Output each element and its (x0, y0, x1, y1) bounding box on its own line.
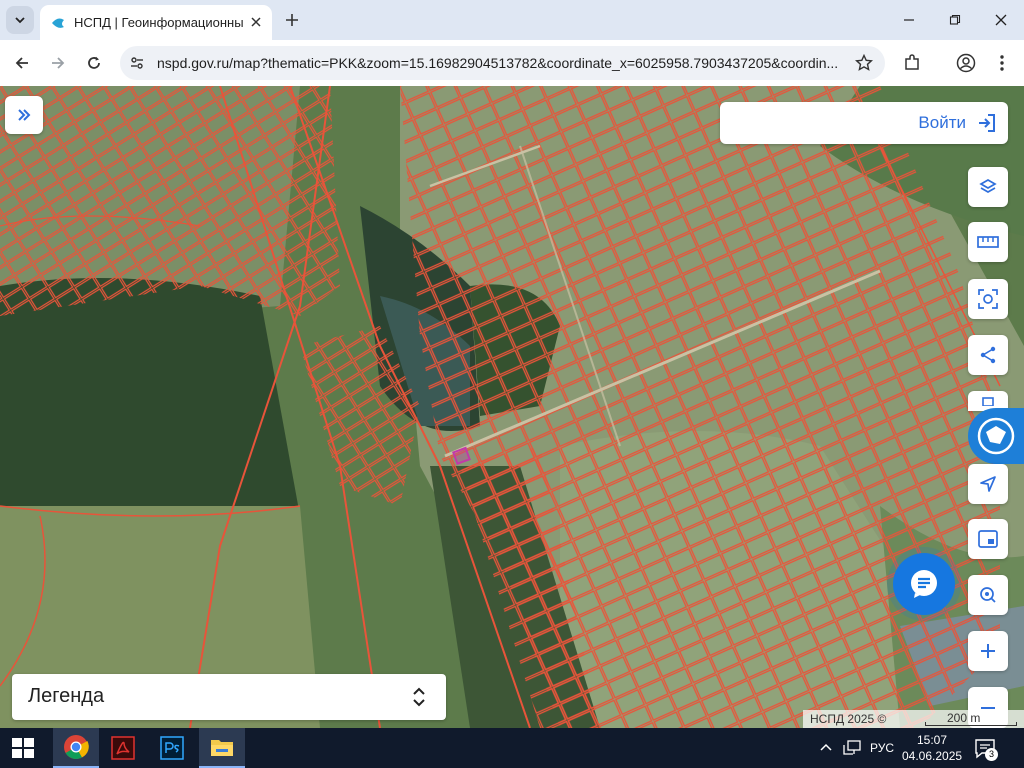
layers-icon (979, 179, 997, 193)
nspd-favicon-icon (52, 18, 64, 28)
legend-label: Легенда (28, 685, 105, 707)
frame-icon (978, 530, 998, 548)
more-vertical-icon (1000, 55, 1004, 71)
area-select-button[interactable] (968, 279, 1008, 319)
chrome-taskbar-button[interactable] (53, 728, 99, 768)
file-explorer-taskbar-button[interactable] (199, 728, 245, 768)
attribution-text: НСПД 2025 © (810, 712, 887, 726)
notification-count-badge: 3 (985, 748, 998, 761)
rosreestr-logo-icon (977, 417, 1015, 455)
chat-icon (911, 570, 937, 598)
back-button[interactable] (10, 51, 34, 75)
browser-tab[interactable]: НСПД | Геоинформационный (40, 5, 272, 40)
ruler-icon (977, 236, 999, 248)
reload-button[interactable] (82, 51, 106, 75)
restore-button[interactable] (945, 10, 965, 30)
location-search-icon (980, 587, 996, 603)
clock[interactable]: 15:07 04.06.2025 (902, 732, 962, 764)
login-label: Войти (918, 113, 966, 132)
location-search-button[interactable] (968, 575, 1008, 615)
expand-collapse-icon[interactable] (412, 685, 426, 709)
tab-search-button[interactable] (6, 6, 34, 34)
login-button[interactable]: Войти (720, 102, 1008, 144)
windows-start-icon[interactable] (12, 738, 34, 758)
chat-button[interactable] (893, 553, 955, 615)
chevron-down-icon (15, 17, 25, 24)
reload-icon (88, 56, 100, 69)
bookmark-star-icon[interactable] (855, 54, 873, 72)
navigate-icon (980, 476, 996, 492)
satellite-map-layer[interactable] (0, 86, 1024, 728)
share-button[interactable] (968, 335, 1008, 375)
layers-button[interactable] (968, 167, 1008, 207)
photoshop-icon (160, 736, 184, 760)
minimize-icon (904, 19, 914, 21)
puzzle-icon (905, 54, 919, 70)
tab-title: НСПД | Геоинформационный (74, 15, 244, 30)
legend-panel[interactable]: Легенда (12, 674, 446, 720)
forward-button[interactable] (46, 51, 70, 75)
chevron-up-icon[interactable] (820, 742, 832, 752)
site-info-icon[interactable] (128, 54, 146, 72)
profile-button[interactable] (954, 51, 978, 75)
photoshop-taskbar-button[interactable] (149, 728, 195, 768)
print-icon (982, 397, 994, 406)
acrobat-taskbar-button[interactable] (100, 728, 146, 768)
browser-toolbar: nspd.gov.ru/map?thematic=PKK&zoom=15.169… (0, 40, 1024, 86)
close-icon (995, 14, 1007, 26)
navigate-button[interactable] (968, 464, 1008, 504)
address-bar[interactable]: nspd.gov.ru/map?thematic=PKK&zoom=15.169… (120, 46, 885, 80)
network-icon[interactable] (843, 740, 861, 756)
expand-panel-button[interactable] (5, 96, 43, 134)
url-text[interactable]: nspd.gov.ru/map?thematic=PKK&zoom=15.169… (157, 55, 842, 71)
close-tab-icon[interactable] (248, 14, 264, 30)
ruler-button[interactable] (968, 222, 1008, 262)
area-select-icon (978, 289, 998, 309)
chrome-icon (64, 735, 89, 760)
clock-time: 15:07 (916, 733, 948, 747)
restore-icon (949, 14, 961, 25)
scale-bar (925, 722, 1017, 726)
plus-icon (286, 14, 298, 26)
tab-bar: НСПД | Геоинформационный (0, 0, 1024, 40)
extensions-button[interactable] (900, 51, 924, 75)
browser-menu-button[interactable] (990, 51, 1014, 75)
arrow-left-icon (15, 57, 28, 69)
language-indicator[interactable]: РУС (870, 728, 894, 768)
map-attribution: НСПД 2025 © 200 m (803, 710, 1024, 728)
map-view[interactable]: Войти Легенда НСПД 2025 © 200 m (0, 86, 1024, 728)
share-icon (980, 346, 996, 364)
clock-date: 04.06.2025 (902, 749, 963, 763)
frame-button[interactable] (968, 519, 1008, 559)
rosreestr-assistant-button[interactable] (968, 408, 1024, 464)
windows-taskbar: РУС 15:07 04.06.2025 3 (0, 728, 1024, 768)
file-explorer-icon (211, 740, 233, 756)
zoom-in-icon (981, 644, 995, 658)
close-window-button[interactable] (991, 10, 1011, 30)
zoom-in-button[interactable] (968, 631, 1008, 671)
acrobat-icon (111, 736, 135, 760)
arrow-right-icon (52, 57, 65, 69)
account-icon (956, 53, 976, 73)
double-chevron-right-icon (18, 109, 31, 121)
minimize-button[interactable] (899, 10, 919, 30)
login-icon (979, 114, 995, 132)
screen: НСПД | Геоинформационный nspd.gov.ru/map… (0, 0, 1024, 768)
new-tab-button[interactable] (282, 10, 302, 30)
